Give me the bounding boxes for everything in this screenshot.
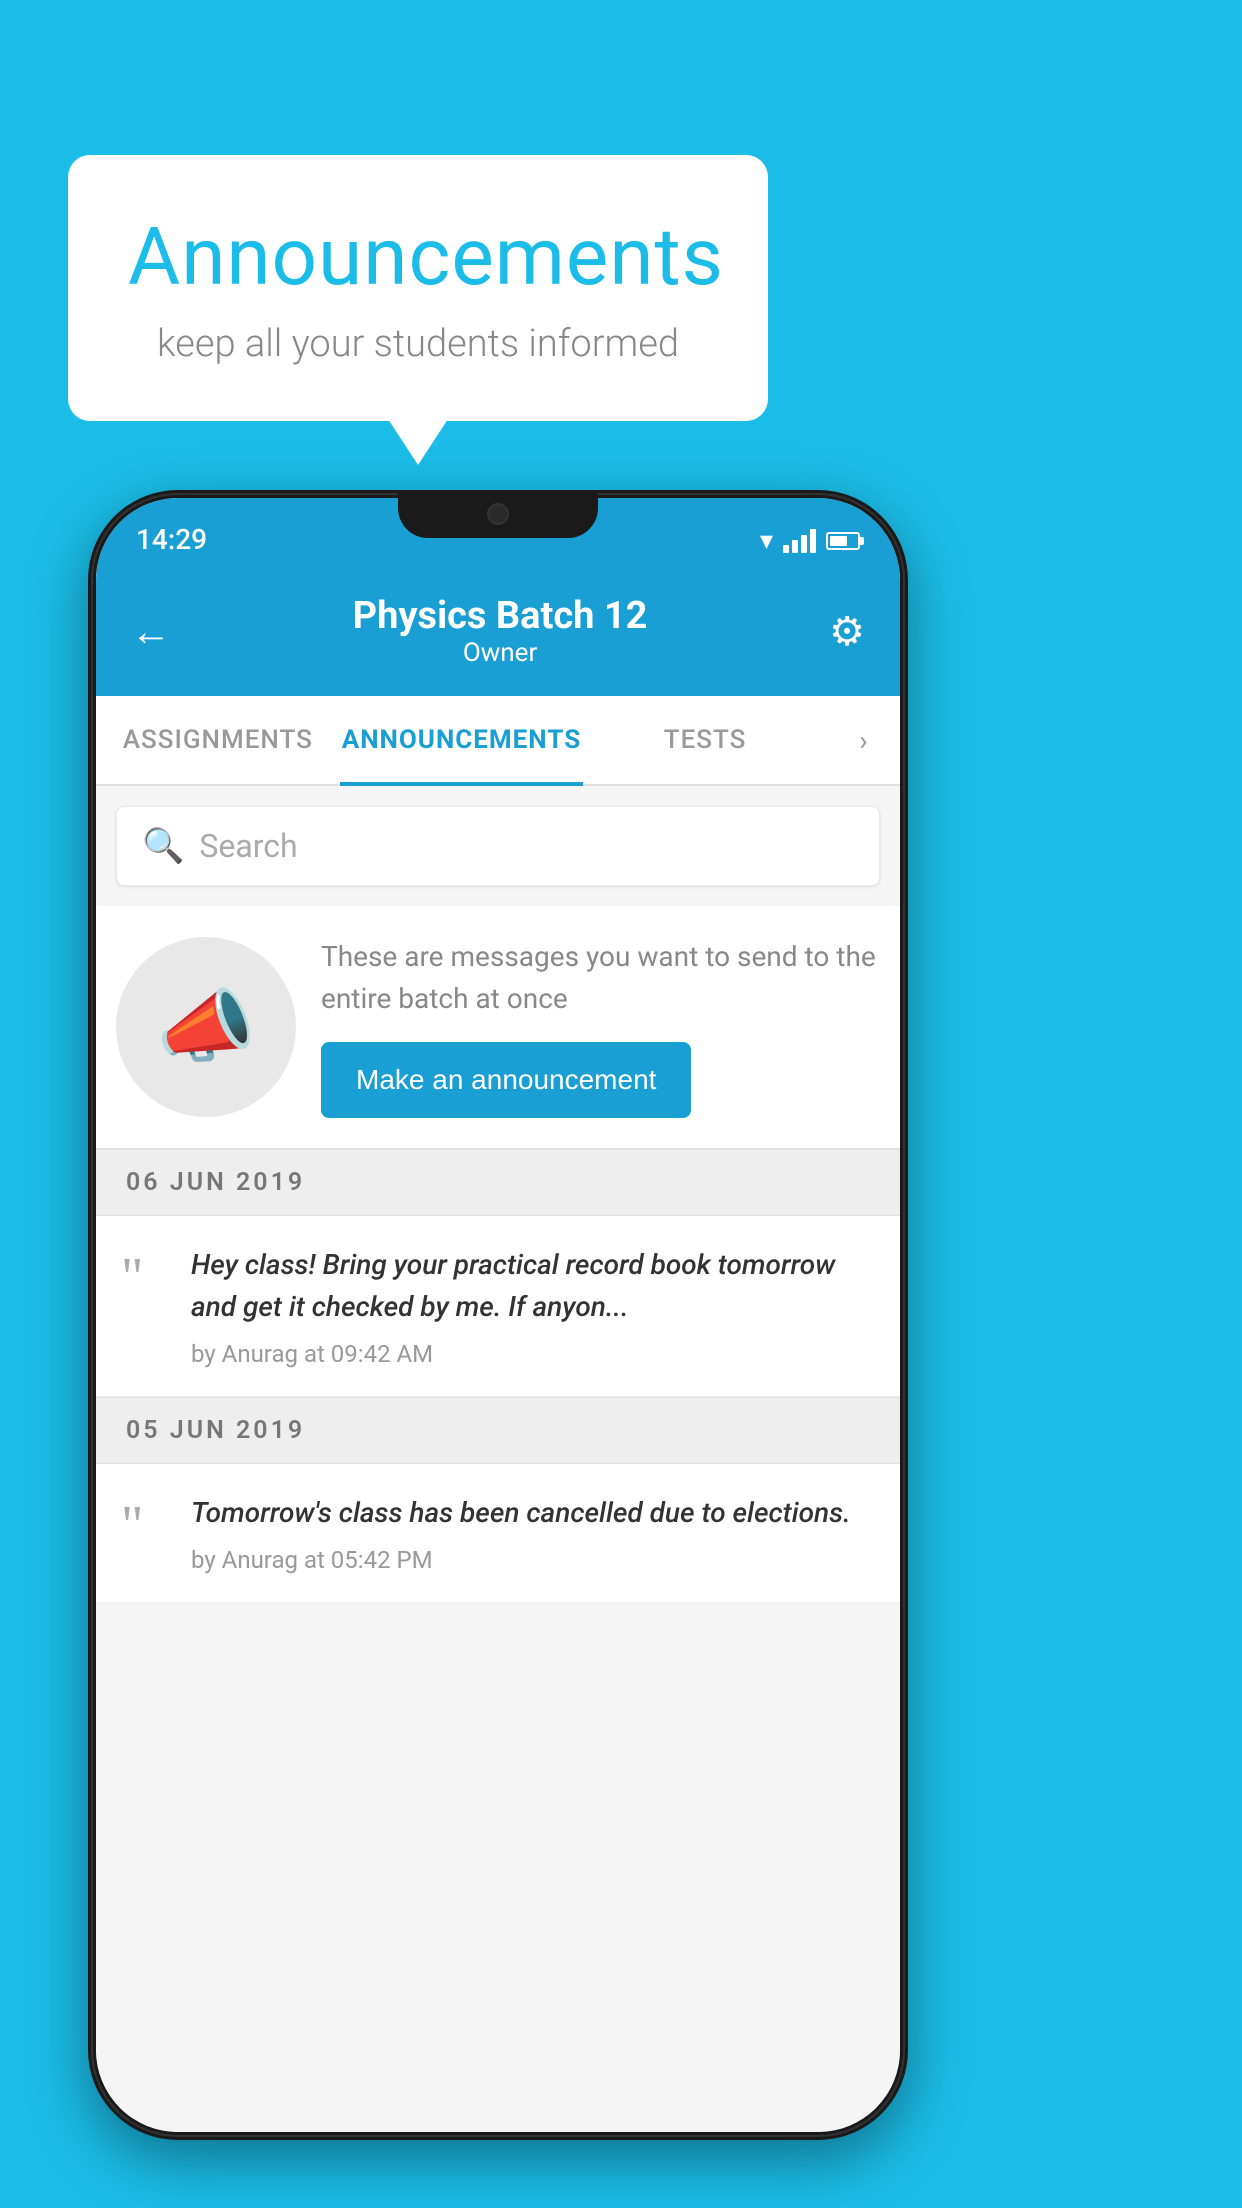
announcement-text-2: Tomorrow's class has been cancelled due … bbox=[191, 1492, 880, 1534]
announcement-item-2[interactable]: " Tomorrow's class has been cancelled du… bbox=[96, 1464, 900, 1603]
header-center: Physics Batch 12 Owner bbox=[353, 594, 648, 668]
cta-right: These are messages you want to send to t… bbox=[321, 936, 880, 1118]
megaphone-circle: 📣 bbox=[116, 937, 296, 1117]
screen-content: ← Physics Batch 12 Owner ⚙ ASSIGNMENTS A… bbox=[96, 566, 900, 2132]
search-placeholder: Search bbox=[199, 827, 297, 865]
notch bbox=[398, 490, 598, 538]
announcement-meta-1: by Anurag at 09:42 AM bbox=[191, 1340, 880, 1368]
status-time: 14:29 bbox=[136, 523, 207, 556]
quote-icon-1: " bbox=[121, 1249, 171, 1368]
phone-frame: 14:29 ▾ ← bbox=[88, 490, 908, 2140]
quote-icon-2: " bbox=[121, 1497, 171, 1574]
battery-fill bbox=[830, 536, 847, 546]
search-bar[interactable]: 🔍 Search bbox=[116, 806, 880, 886]
cta-description: These are messages you want to send to t… bbox=[321, 936, 880, 1020]
signal-icon bbox=[783, 529, 816, 553]
header-title: Physics Batch 12 bbox=[353, 594, 648, 638]
header-subtitle: Owner bbox=[353, 638, 648, 668]
wifi-icon: ▾ bbox=[760, 526, 773, 556]
speech-bubble-container: Announcements keep all your students inf… bbox=[68, 155, 768, 421]
tab-assignments[interactable]: ASSIGNMENTS bbox=[96, 696, 340, 784]
app-header: ← Physics Batch 12 Owner ⚙ bbox=[96, 566, 900, 696]
date-separator-1: 06 JUN 2019 bbox=[96, 1149, 900, 1216]
status-icons: ▾ bbox=[760, 526, 860, 556]
date-separator-2: 05 JUN 2019 bbox=[96, 1397, 900, 1464]
search-icon: 🔍 bbox=[142, 826, 184, 866]
announcement-content-2: Tomorrow's class has been cancelled due … bbox=[191, 1492, 880, 1574]
bubble-title: Announcements bbox=[128, 210, 708, 304]
phone-screen: 14:29 ▾ ← bbox=[96, 498, 900, 2132]
announcement-cta: 📣 These are messages you want to send to… bbox=[96, 906, 900, 1149]
announcement-content-1: Hey class! Bring your practical record b… bbox=[191, 1244, 880, 1368]
back-button[interactable]: ← bbox=[131, 608, 171, 655]
speech-bubble: Announcements keep all your students inf… bbox=[68, 155, 768, 421]
tabs-bar: ASSIGNMENTS ANNOUNCEMENTS TESTS › bbox=[96, 696, 900, 786]
battery-icon bbox=[826, 532, 860, 550]
announcement-item-1[interactable]: " Hey class! Bring your practical record… bbox=[96, 1216, 900, 1397]
announcement-meta-2: by Anurag at 05:42 PM bbox=[191, 1546, 880, 1574]
tab-announcements[interactable]: ANNOUNCEMENTS bbox=[340, 696, 584, 784]
announcement-text-1: Hey class! Bring your practical record b… bbox=[191, 1244, 880, 1328]
make-announcement-button[interactable]: Make an announcement bbox=[321, 1042, 691, 1118]
phone-container: 14:29 ▾ ← bbox=[88, 490, 908, 2140]
tab-more[interactable]: › bbox=[827, 696, 900, 784]
front-camera bbox=[487, 503, 509, 525]
settings-icon[interactable]: ⚙ bbox=[829, 608, 865, 655]
bubble-subtitle: keep all your students informed bbox=[128, 322, 708, 366]
tab-tests[interactable]: TESTS bbox=[583, 696, 827, 784]
megaphone-icon: 📣 bbox=[156, 980, 256, 1074]
